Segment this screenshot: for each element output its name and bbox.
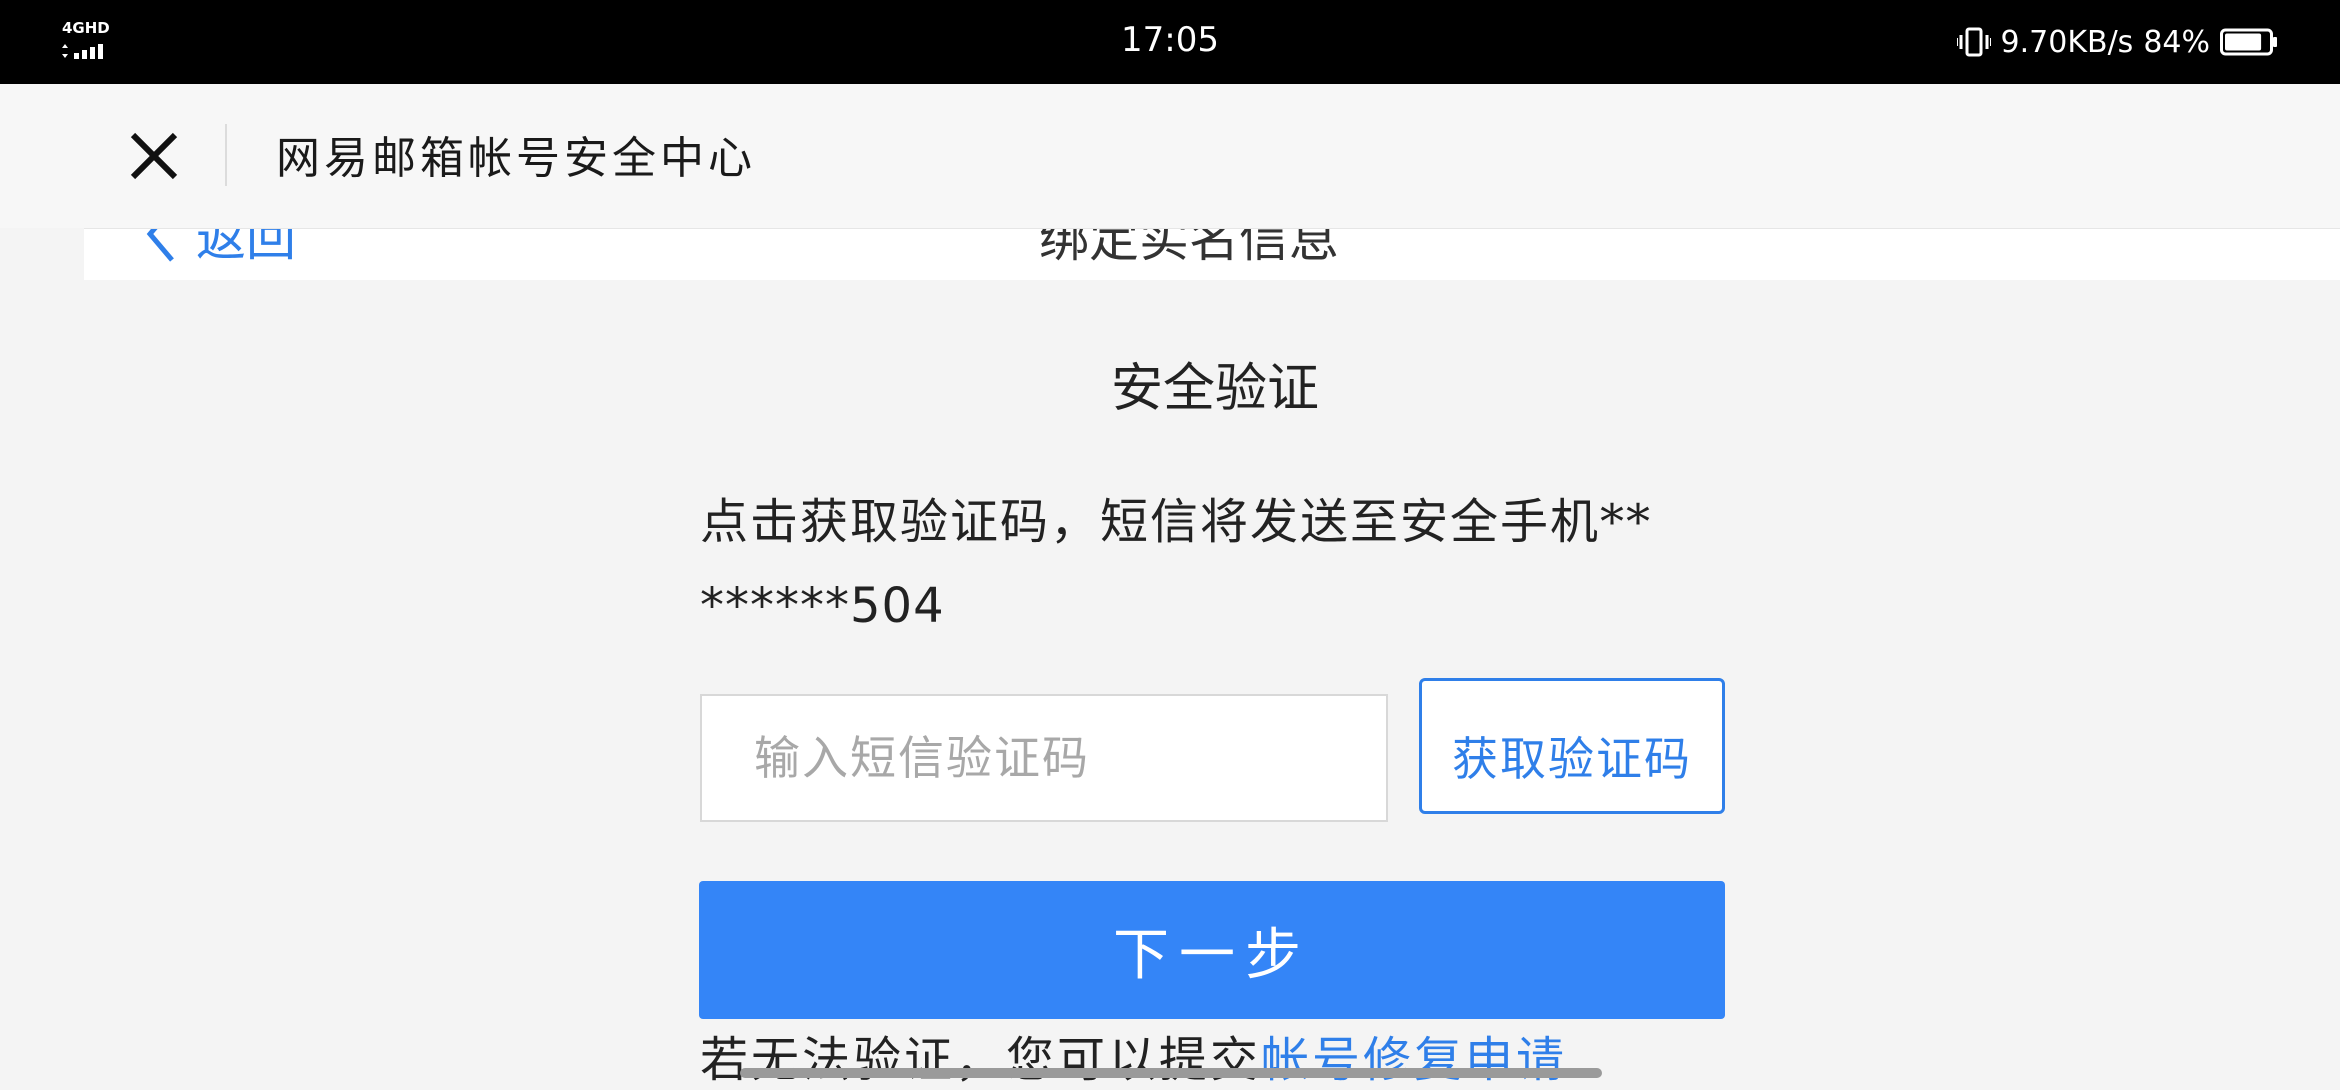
verify-description: 点击获取验证码，短信将发送至安全手机** ******504: [700, 480, 1730, 648]
title-divider: [225, 124, 227, 186]
get-code-button[interactable]: 获取验证码: [1419, 678, 1725, 814]
battery-percent: 84%: [2143, 24, 2210, 60]
status-right: 9.70KB/s 84%: [1956, 22, 2278, 62]
app-title: 网易邮箱帐号安全中心: [276, 133, 756, 184]
title-bar: 网易邮箱帐号安全中心: [0, 84, 2340, 228]
signal-icon: 4GHD: [62, 20, 122, 64]
verify-title: 安全验证: [1110, 359, 1319, 419]
vibrate-icon: [1956, 27, 1991, 57]
status-time: 17:05: [1121, 20, 1219, 60]
network-type: 4GHD: [62, 19, 110, 37]
close-button[interactable]: [118, 120, 190, 192]
back-link[interactable]: 返回: [144, 228, 296, 269]
verify-desc-line1: 点击获取验证码，短信将发送至安全手机**: [700, 494, 1653, 550]
page-title: 绑定实名信息: [1039, 228, 1339, 268]
signal-bars-icon: [62, 44, 103, 59]
verify-desc-line2: ******504: [700, 578, 945, 634]
status-bar: 4GHD 17:05 9.70KB/s 84%: [0, 0, 2340, 84]
sms-code-input[interactable]: [700, 694, 1388, 822]
network-speed: 9.70KB/s: [2000, 24, 2134, 60]
next-button[interactable]: 下一步: [699, 881, 1725, 1019]
close-icon: [130, 132, 178, 180]
back-label: 返回: [196, 228, 296, 267]
page-header: 返回 绑定实名信息: [84, 228, 2340, 281]
battery-icon: [2220, 28, 2277, 56]
scroll-indicator: [740, 1068, 1602, 1078]
chevron-left-icon: [146, 229, 174, 262]
